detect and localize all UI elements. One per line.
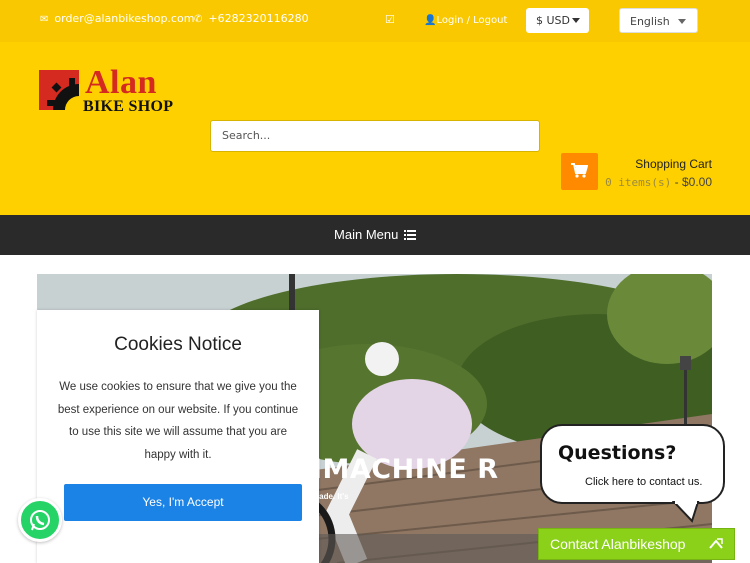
main-menu-toggle[interactable]: Main Menu bbox=[0, 227, 750, 242]
whatsapp-icon bbox=[30, 510, 50, 531]
user-icon: 👤 bbox=[424, 15, 437, 26]
cart-item-count: 0 items(s) bbox=[605, 176, 672, 189]
menu-bars-icon bbox=[403, 230, 416, 240]
cookies-notice: Cookies Notice We use cookies to ensure … bbox=[37, 310, 319, 563]
accept-cookies-button[interactable]: Yes, I'm Accept bbox=[64, 484, 302, 521]
caret-down-icon bbox=[678, 19, 686, 24]
main-menu-bar: Main Menu bbox=[0, 215, 750, 255]
search-input[interactable]: Search... bbox=[210, 120, 540, 152]
email-text: order@alanbikeshop.com bbox=[54, 12, 195, 25]
questions-bubble-body[interactable]: Questions? Click here to contact us. bbox=[540, 424, 725, 504]
cookies-title: Cookies Notice bbox=[114, 334, 242, 355]
cart-title[interactable]: Shopping Cart bbox=[635, 157, 712, 171]
caret-down-icon bbox=[572, 18, 580, 23]
cookies-body: We use cookies to ensure that we give yo… bbox=[57, 381, 299, 461]
phone-text: +6282320116280 bbox=[208, 12, 309, 25]
questions-bubble[interactable]: Questions? Click here to contact us. bbox=[540, 424, 726, 524]
contact-chat-bar[interactable]: Contact Alanbikeshop bbox=[538, 528, 735, 560]
phone-icon: ✆ bbox=[194, 14, 203, 25]
shopping-cart-icon bbox=[571, 163, 588, 178]
envelope-icon: ✉ bbox=[40, 14, 49, 25]
questions-title: Questions? bbox=[558, 442, 677, 464]
hero-headline: IMACHINE R bbox=[312, 454, 499, 485]
phone-link[interactable]: ✆ +6282320116280 bbox=[194, 12, 309, 25]
search-placeholder: Search... bbox=[222, 129, 271, 142]
chevron-up-icon bbox=[709, 538, 723, 549]
check-square-icon: ☑ bbox=[385, 13, 395, 26]
language-select[interactable]: English bbox=[619, 8, 698, 33]
sprocket-logo-icon bbox=[39, 70, 79, 110]
questions-cta: Click here to contact us. bbox=[585, 476, 703, 488]
top-bar: ✉ order@alanbikeshop.com ✆ +6282320116280 … bbox=[0, 0, 750, 42]
site-logo[interactable]: Alan BIKE SHOP bbox=[39, 64, 179, 115]
contact-chat-label: Contact Alanbikeshop bbox=[550, 536, 686, 552]
login-link[interactable]: 👤Login / Logout bbox=[424, 15, 507, 26]
login-text: Login / Logout bbox=[436, 15, 508, 26]
logo-tagline: BIKE SHOP bbox=[83, 98, 174, 115]
main-menu-label: Main Menu bbox=[334, 227, 399, 242]
email-link[interactable]: ✉ order@alanbikeshop.com bbox=[40, 12, 194, 25]
whatsapp-button[interactable] bbox=[18, 498, 62, 542]
site-header: Alan BIKE SHOP Search... Shopping Cart 0… bbox=[0, 42, 750, 215]
cart-button[interactable] bbox=[561, 153, 598, 190]
currency-value: $ USD bbox=[536, 14, 570, 27]
logo-wordmark: Alan bbox=[85, 64, 157, 101]
wishlist-link[interactable]: ☑ bbox=[385, 13, 395, 26]
cart-summary[interactable]: 0 items(s) - $0.00 bbox=[605, 175, 712, 189]
bubble-tail-icon bbox=[672, 501, 700, 523]
cart-total: - $0.00 bbox=[674, 175, 712, 189]
language-value: English bbox=[630, 15, 670, 28]
currency-select[interactable]: $ USD bbox=[526, 8, 589, 33]
